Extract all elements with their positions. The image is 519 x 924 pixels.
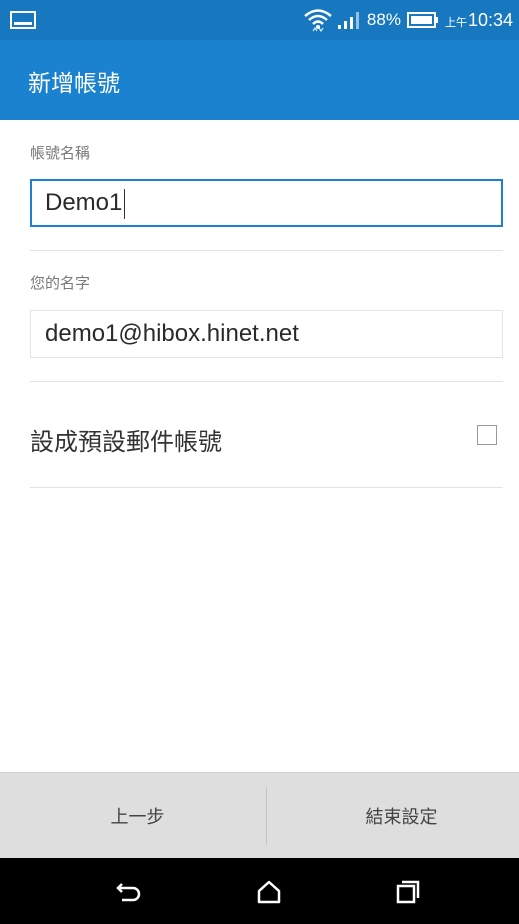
signal-icon xyxy=(337,12,359,29)
account-name-input[interactable]: Demo1 xyxy=(30,179,503,227)
account-name-value: Demo1 xyxy=(45,189,123,216)
default-account-checkbox[interactable] xyxy=(477,425,497,445)
clock-time: 10:34 xyxy=(467,9,513,30)
your-name-input[interactable]: demo1@hibox.hinet.net xyxy=(30,310,503,358)
bottom-button-bar: 上一步 結束設定 xyxy=(0,772,519,858)
page-title: 新增帳號 xyxy=(28,71,120,97)
divider xyxy=(30,381,503,382)
navigation-bar xyxy=(0,858,519,924)
status-bar: 88% 上午10:34 xyxy=(0,0,519,40)
text-caret xyxy=(124,188,126,219)
finish-setup-button[interactable]: 結束設定 xyxy=(272,773,519,859)
battery-percent: 88% xyxy=(366,10,401,29)
home-icon[interactable] xyxy=(249,872,289,912)
back-icon[interactable] xyxy=(109,872,149,912)
battery-icon xyxy=(406,12,438,28)
clock-ampm: 上午 xyxy=(444,15,467,29)
account-name-label: 帳號名稱 xyxy=(30,144,91,162)
notification-icon xyxy=(10,11,36,29)
clock: 上午10:34 xyxy=(445,10,513,31)
recents-icon[interactable] xyxy=(388,872,428,912)
divider xyxy=(30,487,503,488)
wifi-icon xyxy=(304,9,332,33)
divider xyxy=(30,250,503,251)
default-account-label: 設成預設郵件帳號 xyxy=(30,428,222,456)
app-bar: 新增帳號 xyxy=(0,40,519,120)
previous-button[interactable]: 上一步 xyxy=(8,773,267,859)
your-name-value: demo1@hibox.hinet.net xyxy=(45,320,299,347)
button-separator xyxy=(266,787,267,845)
your-name-label: 您的名字 xyxy=(30,274,91,292)
